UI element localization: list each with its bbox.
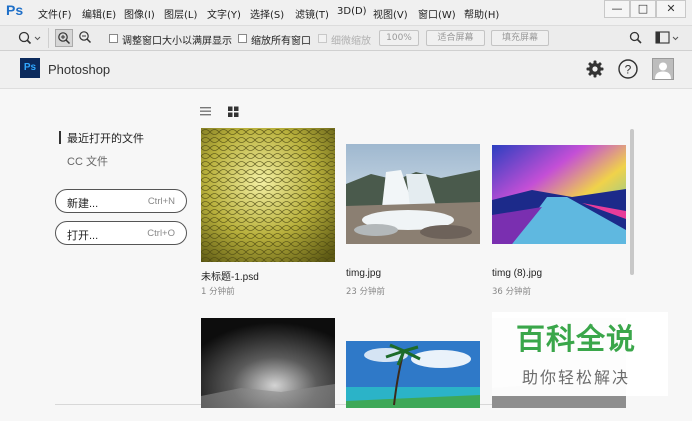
zoom-in-button[interactable] [55,29,73,47]
open-button-label: 打开... [67,230,99,242]
fit-screen-button[interactable]: 适合屏幕 [426,30,485,46]
zoom-in-icon [58,32,71,45]
resize-windows-label: 调整窗口大小以满屏显示 [122,36,232,47]
file-name[interactable]: 未标题-1.psd [201,268,259,283]
gear-icon [586,60,604,78]
active-indicator [59,131,61,144]
help-button[interactable]: ? [617,58,639,80]
watermark-title: 百科全说 [516,322,637,356]
zoom-all-checkbox[interactable] [238,34,247,43]
new-shortcut: Ctrl+N [147,196,175,207]
grid-view-icon [228,106,239,117]
menu-filter[interactable]: 滤镜(T) [295,6,329,21]
open-shortcut: Ctrl+O [147,228,175,239]
file-time: 23 分钟前 [346,287,386,297]
zoom-out-button[interactable] [77,29,95,47]
zoom-all-label: 缩放所有窗口 [251,36,311,47]
nav-cc-files[interactable]: CC 文件 [67,153,108,169]
scrubby-zoom-checkbox[interactable] [318,34,327,43]
resize-windows-checkbox[interactable] [109,34,118,43]
menu-help[interactable]: 帮助(H) [464,6,499,21]
watermark: 百科全说 助你轻松解决 [492,312,668,396]
zoom-tool-preset[interactable] [16,29,42,47]
workspace-icon [655,31,679,44]
waterfall-image [346,144,480,244]
avatar-icon [652,58,674,80]
options-bar: 调整窗口大小以满屏显示 缩放所有窗口 细微缩放 100% 适合屏幕 填充屏幕 [0,26,692,51]
divider [48,28,49,48]
menu-window[interactable]: 窗口(W) [418,6,456,21]
file-thumbnail[interactable] [346,341,480,408]
app-header: Ps Photoshop ? [0,51,692,89]
app-title: Photoshop [48,62,111,77]
file-thumbnail-untitled[interactable] [201,128,335,262]
file-thumbnail[interactable] [201,318,335,408]
grid-view-button[interactable] [227,106,241,118]
menu-layer[interactable]: 图层(L) [164,6,197,21]
open-button[interactable]: 打开... Ctrl+O [55,221,187,245]
file-name[interactable]: timg (8).jpg [492,268,542,279]
file-time: 1 分钟前 [201,287,235,297]
fill-screen-button[interactable]: 填充屏幕 [491,30,549,46]
minimize-button[interactable]: — [604,0,630,18]
menu-image[interactable]: 图像(I) [124,6,155,21]
zoom-100-button[interactable]: 100% [379,30,419,46]
photoshop-logo: Ps [20,58,40,78]
file-thumbnail-timg[interactable] [346,144,480,244]
menu-bar: Ps 文件(F) 编辑(E) 图像(I) 图层(L) 文字(Y) 选择(S) 滤… [0,0,692,26]
texture-image [201,128,335,262]
monochrome-image [201,318,335,408]
list-view-button[interactable] [199,106,213,118]
settings-button[interactable] [585,59,605,79]
search-icon [629,31,642,44]
color-shifted-image [492,145,626,244]
menu-view[interactable]: 视图(V) [373,6,408,21]
close-button[interactable]: ✕ [656,0,686,18]
scrollbar[interactable] [630,129,634,275]
nav-recent-files[interactable]: 最近打开的文件 [67,130,144,146]
maximize-button[interactable]: □ [630,0,656,18]
zoom-tool-icon [18,31,41,45]
watermark-subtitle: 助你轻松解决 [522,368,631,387]
list-view-icon [200,107,211,116]
search-button[interactable] [628,30,646,46]
file-thumbnail-timg-8[interactable] [492,145,626,244]
menu-select[interactable]: 选择(S) [250,6,284,21]
menu-3d[interactable]: 3D(D) [337,6,367,17]
beach-image [346,341,480,408]
new-button[interactable]: 新建... Ctrl+N [55,189,187,213]
svg-text:?: ? [625,63,632,77]
file-time: 36 分钟前 [492,287,532,297]
scrubby-zoom-label: 细微缩放 [331,36,371,47]
user-account-button[interactable] [652,58,674,80]
menu-file[interactable]: 文件(F) [38,6,72,21]
app-logo: Ps [6,2,24,18]
file-name[interactable]: timg.jpg [346,268,381,279]
zoom-out-icon [79,31,92,44]
menu-edit[interactable]: 编辑(E) [82,6,116,21]
new-button-label: 新建... [67,198,99,210]
help-icon: ? [618,59,638,79]
menu-type[interactable]: 文字(Y) [207,6,241,21]
workspace-switcher[interactable] [654,30,682,46]
